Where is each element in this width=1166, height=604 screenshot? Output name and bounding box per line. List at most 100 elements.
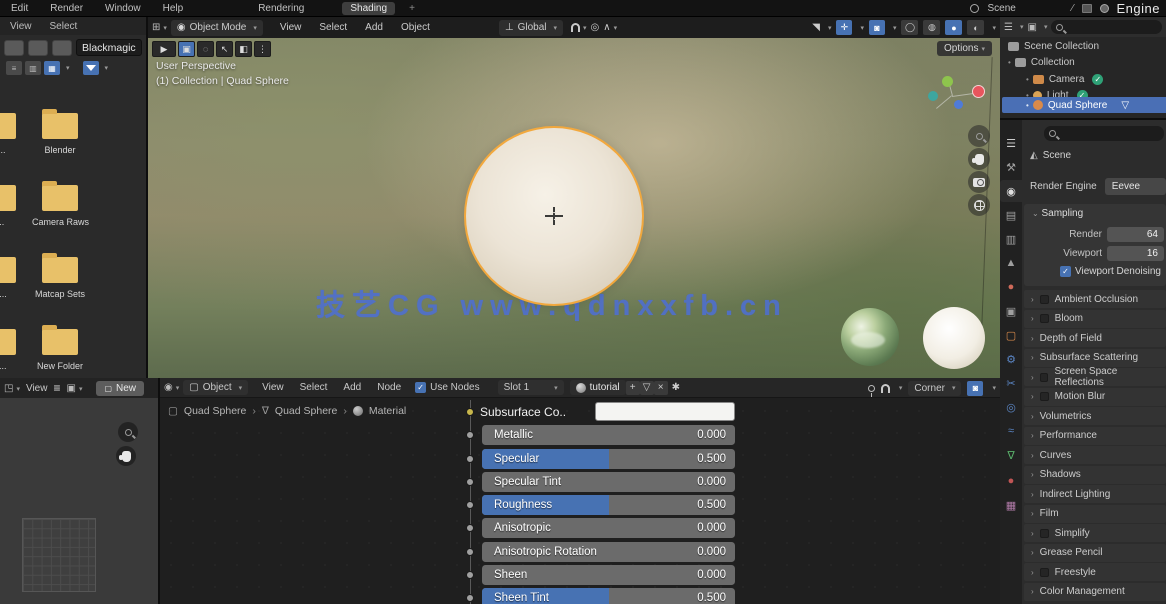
value-socket[interactable] [466, 571, 474, 579]
orientation-selector[interactable]: ⊥ Global▾ [499, 20, 563, 36]
color-swatch[interactable] [595, 402, 735, 421]
section-grease-pencil[interactable]: ›Grease Pencil [1024, 544, 1166, 562]
section-subsurface-scattering[interactable]: ›Subsurface Scattering [1024, 349, 1166, 367]
vp-menu-add[interactable]: Add [356, 22, 392, 33]
node-input-roughness[interactable]: Roughness0.500 [472, 495, 737, 515]
section-bloom[interactable]: ›Bloom [1024, 310, 1166, 328]
checkmark-icon[interactable]: ✓ [1092, 74, 1103, 85]
editor-type-icon[interactable]: ◉▾ [164, 382, 179, 393]
tab-particles[interactable]: ✂ [1000, 372, 1022, 394]
node-input-specular-tint[interactable]: Specular Tint0.000 [472, 472, 737, 492]
menu-window[interactable]: Window [94, 3, 152, 14]
folder-item[interactable]: Fir... [0, 257, 26, 299]
checkbox[interactable] [1040, 568, 1049, 577]
section-volumetrics[interactable]: ›Volumetrics [1024, 407, 1166, 425]
shading-rendered-button[interactable]: ◐ [967, 20, 984, 35]
fb-menu-select[interactable]: Select [50, 21, 78, 32]
value-socket[interactable] [466, 478, 474, 486]
annotate-tool[interactable]: ⋮ [254, 41, 271, 57]
tab-texture[interactable]: ▦ [1000, 494, 1022, 516]
tab-collection[interactable]: ▣ [1000, 300, 1022, 322]
back-button[interactable] [4, 40, 24, 56]
tab-tool[interactable]: ⚒ [1000, 156, 1022, 178]
folder-item[interactable]: ar... [0, 113, 26, 155]
axis-x-ball[interactable] [972, 85, 985, 98]
image-browse-icon[interactable]: ▣▾ [66, 383, 82, 394]
filter-dropdown[interactable]: ▾ [105, 64, 109, 72]
overlays-toggle[interactable]: ◙ [869, 20, 885, 35]
value-socket[interactable] [466, 431, 474, 439]
shading-wireframe-button[interactable]: ◯ [901, 20, 918, 35]
vp-menu-view[interactable]: View [271, 22, 311, 33]
tab-object-data[interactable]: ∇ [1000, 444, 1022, 466]
active-tool-button[interactable]: ▶ [152, 41, 176, 57]
folder-item[interactable]: us... [0, 329, 26, 371]
value-socket[interactable] [466, 501, 474, 509]
material-slot-selector[interactable]: Slot 1▾ [498, 380, 564, 395]
outliner-row-scene-collection[interactable]: Scene Collection [1008, 39, 1099, 54]
material-selector[interactable]: tutorial [570, 380, 626, 395]
principled-bsdf-node[interactable]: Subsurface Co.. Metallic0.000 Specular0.… [472, 402, 737, 604]
move-tool[interactable]: ↖ [216, 41, 233, 57]
render-engine-dropdown[interactable]: Eevee [1105, 178, 1166, 195]
tab-modifiers[interactable]: ⚙ [1000, 348, 1022, 370]
node-input-sheen[interactable]: Sheen0.000 [472, 565, 737, 585]
use-nodes-toggle[interactable]: ✓ Use Nodes [415, 382, 479, 393]
proportional-edit-icon[interactable]: ◎ [591, 22, 600, 33]
scene-selector[interactable]: Scene [987, 3, 1015, 14]
node-input-anisotropic-rotation[interactable]: Anisotropic Rotation0.000 [472, 542, 737, 562]
shading-material-button[interactable]: ● [945, 20, 962, 35]
section-freestyle[interactable]: ›Freestyle [1024, 563, 1166, 581]
ie-zoom-button[interactable] [118, 422, 138, 442]
new-material-button[interactable]: + [626, 381, 640, 395]
shading-solid-button[interactable]: ◍ [923, 20, 940, 35]
color-socket[interactable] [466, 408, 474, 416]
axis-z-ball[interactable] [954, 100, 963, 109]
vp-menu-select[interactable]: Select [310, 22, 356, 33]
tab-output[interactable]: ▤ [1000, 204, 1022, 226]
tab-shading[interactable]: Shading [342, 2, 395, 15]
section-curves[interactable]: ›Curves [1024, 446, 1166, 464]
menu-edit[interactable]: Edit [0, 3, 39, 14]
menu-render[interactable]: Render [39, 3, 94, 14]
node-input-metallic[interactable]: Metallic0.000 [472, 425, 737, 445]
checkbox[interactable] [1040, 295, 1049, 304]
expand-icon[interactable]: • [1026, 75, 1029, 84]
ie-pan-button[interactable] [116, 446, 136, 466]
falloff-icon[interactable]: ∧ [603, 22, 610, 33]
add-workspace-button[interactable]: + [401, 2, 423, 15]
se-menu-node[interactable]: Node [369, 382, 409, 393]
section-simplify[interactable]: ›Simplify [1024, 524, 1166, 542]
snap-dropdown[interactable]: ▾ [583, 24, 587, 32]
value-socket[interactable] [466, 524, 474, 532]
section-color-management[interactable]: ›Color Management [1024, 583, 1166, 601]
sampling-viewport-field[interactable]: 16 [1107, 246, 1164, 261]
sparkle-icon[interactable]: ✱ [672, 382, 680, 393]
folder-item-camera-raws[interactable]: Camera Raws [32, 185, 88, 227]
tab-world[interactable]: ● [1000, 276, 1022, 298]
checkbox[interactable] [1040, 392, 1049, 401]
value-socket[interactable] [466, 594, 474, 602]
viewport-3d[interactable]: 技艺CG www.qdnxxfb.cn User Perspective (1)… [148, 17, 1000, 378]
camera-view-button[interactable] [968, 171, 990, 193]
overlays-toggle[interactable]: ◙ [967, 381, 983, 396]
hamburger-icon[interactable]: ≡ [53, 381, 60, 395]
shader-editor[interactable]: ◉▾ ▢ Object▾ View Select Add Node ✓ Use … [160, 378, 1000, 604]
display-size-dropdown[interactable]: ▾ [66, 64, 70, 72]
checkbox[interactable] [1040, 314, 1049, 323]
list-view-button[interactable]: ≡ [6, 61, 22, 75]
snap-icon[interactable] [881, 384, 890, 393]
editor-type-icon[interactable]: ☰ [1000, 132, 1022, 154]
shading-dropdown[interactable]: ▾ [992, 24, 996, 32]
view-layer-icon[interactable] [1082, 4, 1092, 13]
outliner-row-collection[interactable]: • Collection [1008, 55, 1075, 70]
folder-item-blender[interactable]: Blender [32, 113, 88, 155]
thumbnail-view-button[interactable]: ▦ [44, 61, 60, 75]
checkbox[interactable] [1040, 529, 1049, 538]
section-screen-space-reflections[interactable]: ›Screen Space Reflections [1024, 368, 1166, 386]
section-indirect-lighting[interactable]: ›Indirect Lighting [1024, 485, 1166, 503]
cursor-tool[interactable]: ◌ [197, 41, 214, 57]
tab-rendering[interactable]: Rendering [250, 2, 312, 15]
sampling-render-field[interactable]: 64 [1107, 227, 1164, 242]
tab-view-layer[interactable]: ▥ [1000, 228, 1022, 250]
